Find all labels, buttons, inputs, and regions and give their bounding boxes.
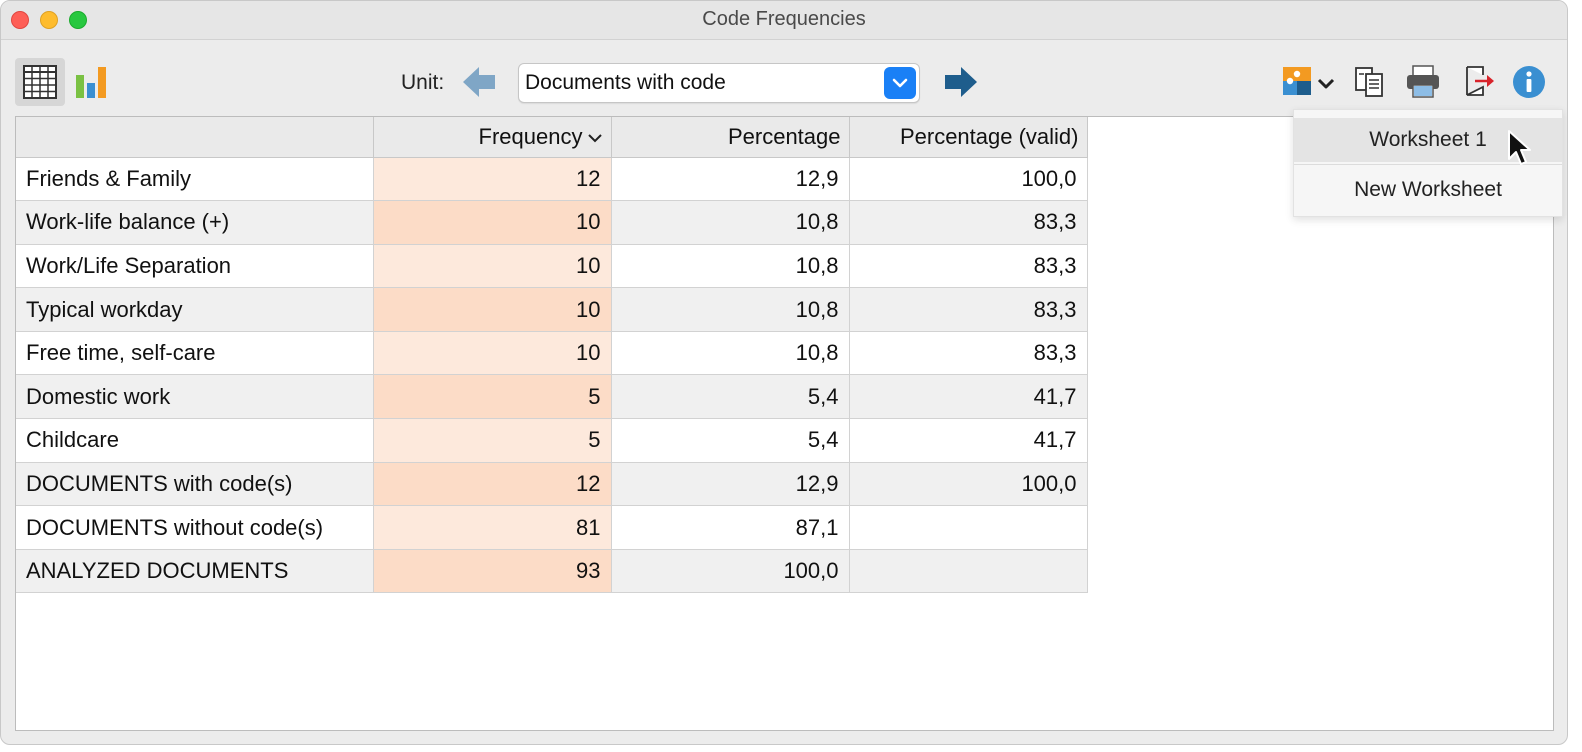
cell-frequency: 10 xyxy=(373,331,612,376)
cell-percentage: 10,8 xyxy=(611,287,850,332)
table-row[interactable]: Work/Life Separation 10 10,8 83,3 xyxy=(16,244,1088,289)
cell-percentage: 100,0 xyxy=(611,549,850,594)
column-header-percentage[interactable]: Percentage xyxy=(611,117,850,158)
cell-frequency: 10 xyxy=(373,244,612,289)
cell-code-name: Work-life balance (+) xyxy=(16,200,374,245)
column-header-frequency-label: Frequency xyxy=(478,123,583,149)
table-icon xyxy=(23,65,57,99)
menu-item-new-worksheet[interactable]: New Worksheet xyxy=(1294,168,1562,212)
cell-code-name: Friends & Family xyxy=(16,157,374,202)
chart-view-button[interactable] xyxy=(73,61,113,103)
cell-percentage-valid: 83,3 xyxy=(849,200,1088,245)
table-row[interactable]: Childcare 5 5,4 41,7 xyxy=(16,418,1088,463)
cell-percentage-valid: 100,0 xyxy=(849,157,1088,202)
cell-frequency: 81 xyxy=(373,505,612,550)
cell-percentage-valid: 83,3 xyxy=(849,244,1088,289)
info-button[interactable] xyxy=(1511,63,1547,101)
table-header-row: Frequency Percentage Percentage (valid) xyxy=(16,117,1088,158)
code-frequencies-window: Code Frequencies Unit: Documents with co… xyxy=(0,0,1568,745)
cell-percentage: 5,4 xyxy=(611,418,850,463)
cell-percentage: 5,4 xyxy=(611,374,850,420)
window-title: Code Frequencies xyxy=(702,8,866,30)
cell-percentage-valid: 83,3 xyxy=(849,287,1088,332)
unit-select-dropdown-button[interactable] xyxy=(884,67,916,99)
table-row[interactable]: DOCUMENTS without code(s) 81 87,1 xyxy=(16,505,1088,550)
copy-button[interactable] xyxy=(1354,63,1386,101)
table-row[interactable]: Friends & Family 12 12,9 100,0 xyxy=(16,157,1088,202)
title-bar: Code Frequencies xyxy=(1,1,1567,40)
unit-label: Unit: xyxy=(401,71,445,94)
cell-frequency: 10 xyxy=(373,200,612,245)
puzzle-icon xyxy=(1283,67,1335,95)
table-row[interactable]: Free time, self-care 10 10,8 83,3 xyxy=(16,331,1088,376)
previous-unit-button[interactable] xyxy=(461,65,499,99)
export-button[interactable] xyxy=(1463,63,1497,101)
cell-code-name: DOCUMENTS with code(s) xyxy=(16,462,374,507)
table-view-button[interactable] xyxy=(15,58,65,106)
column-header-name[interactable] xyxy=(16,117,374,158)
frequency-table: Frequency Percentage Percentage (valid) … xyxy=(16,117,1088,594)
cell-code-name: Free time, self-care xyxy=(16,331,374,376)
cell-percentage: 10,8 xyxy=(611,244,850,289)
printer-icon xyxy=(1407,65,1439,98)
export-icon xyxy=(1466,66,1494,96)
cell-percentage: 10,8 xyxy=(611,331,850,376)
cell-frequency: 10 xyxy=(373,287,612,332)
cell-code-name: Typical workday xyxy=(16,287,374,332)
cell-frequency: 12 xyxy=(373,157,612,202)
table-row[interactable]: Work-life balance (+) 10 10,8 83,3 xyxy=(16,200,1088,245)
column-header-frequency[interactable]: Frequency xyxy=(373,117,612,158)
cell-frequency: 5 xyxy=(373,374,612,420)
copy-icon xyxy=(1355,67,1383,97)
cell-percentage-valid xyxy=(849,549,1088,594)
bar-chart-icon xyxy=(76,67,106,98)
info-icon xyxy=(1513,66,1545,98)
cell-percentage-valid: 83,3 xyxy=(849,331,1088,376)
cell-percentage: 87,1 xyxy=(611,505,850,550)
sort-descending-icon xyxy=(587,134,602,143)
cell-code-name: DOCUMENTS without code(s) xyxy=(16,505,374,550)
arrow-left-icon xyxy=(463,67,495,97)
column-header-percentage-valid[interactable]: Percentage (valid) xyxy=(849,117,1088,158)
export-to-worksheet-button[interactable] xyxy=(1281,63,1343,101)
next-unit-button[interactable] xyxy=(941,65,979,99)
unit-select-value: Documents with code xyxy=(525,71,726,94)
cell-code-name: Work/Life Separation xyxy=(16,244,374,289)
chevron-down-icon xyxy=(892,78,908,88)
cell-frequency: 12 xyxy=(373,462,612,507)
cell-percentage: 12,9 xyxy=(611,157,850,202)
unit-select[interactable]: Documents with code xyxy=(518,63,920,103)
cell-percentage: 12,9 xyxy=(611,462,850,507)
cell-percentage-valid: 41,7 xyxy=(849,418,1088,463)
cell-frequency: 5 xyxy=(373,418,612,463)
cell-code-name: ANALYZED DOCUMENTS xyxy=(16,549,374,594)
mouse-cursor-icon xyxy=(1508,130,1531,165)
cell-percentage-valid: 41,7 xyxy=(849,374,1088,420)
table-row[interactable]: ANALYZED DOCUMENTS 93 100,0 xyxy=(16,549,1088,594)
table-row[interactable]: Domestic work 5 5,4 41,7 xyxy=(16,374,1088,420)
cell-percentage-valid: 100,0 xyxy=(849,462,1088,507)
cell-frequency: 93 xyxy=(373,549,612,594)
table-row[interactable]: DOCUMENTS with code(s) 12 12,9 100,0 xyxy=(16,462,1088,507)
cell-percentage-valid xyxy=(849,505,1088,550)
cell-percentage: 10,8 xyxy=(611,200,850,245)
cell-code-name: Domestic work xyxy=(16,374,374,420)
cell-code-name: Childcare xyxy=(16,418,374,463)
table-row[interactable]: Typical workday 10 10,8 83,3 xyxy=(16,287,1088,332)
print-button[interactable] xyxy=(1404,63,1442,101)
arrow-right-icon xyxy=(945,67,977,97)
